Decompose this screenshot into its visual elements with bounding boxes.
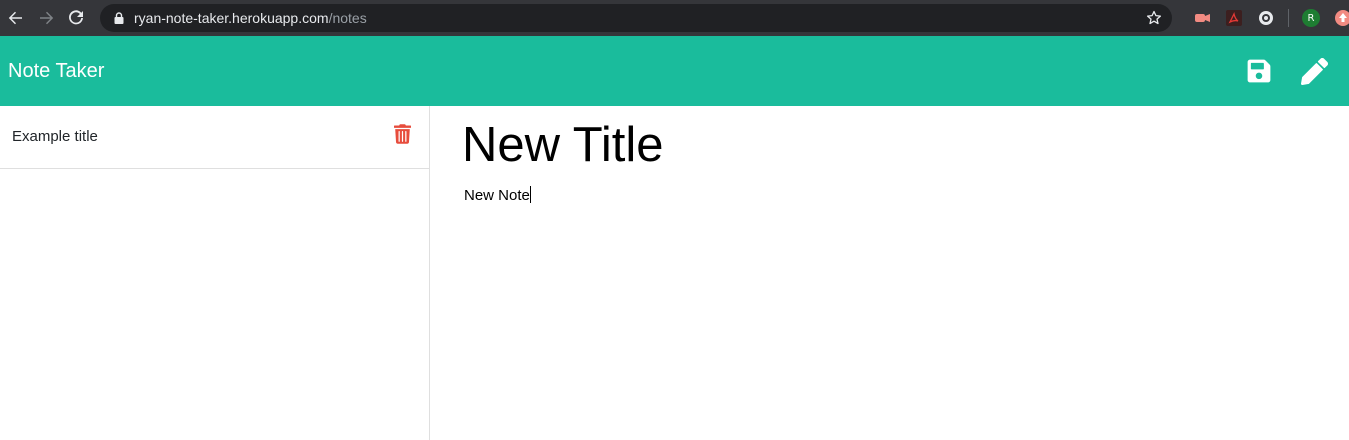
extension-button[interactable] [1333, 8, 1349, 28]
pencil-icon [1300, 57, 1328, 85]
url-text: ryan-note-taker.herokuapp.com/notes [134, 10, 367, 26]
trash-icon[interactable] [394, 124, 411, 144]
save-note-button[interactable] [1245, 57, 1273, 85]
note-textarea[interactable]: New Note [464, 186, 531, 204]
profile-button[interactable]: R [1301, 8, 1321, 28]
toolbar-separator [1288, 9, 1289, 27]
forward-button[interactable] [32, 4, 60, 32]
back-arrow-icon [8, 11, 22, 25]
extensions-area: R [1180, 0, 1349, 36]
extension-button[interactable] [1192, 8, 1212, 28]
extension-icon [1195, 14, 1210, 22]
forward-arrow-icon [40, 11, 54, 25]
reload-button[interactable] [62, 4, 90, 32]
pdf-extension-button[interactable] [1224, 8, 1244, 28]
extension-icon [1259, 11, 1273, 25]
note-text-content: New Note [464, 187, 530, 204]
note-list-title: Example title [12, 128, 98, 145]
pdf-extension-icon [1226, 10, 1242, 26]
list-item[interactable]: Example title [0, 106, 430, 169]
lock-icon [114, 12, 124, 24]
star-icon[interactable] [1146, 10, 1162, 26]
back-button[interactable] [2, 4, 30, 32]
brand-title[interactable]: Note Taker [8, 59, 104, 83]
text-caret [529, 186, 531, 203]
app-navbar: Note Taker [0, 36, 1349, 106]
browser-toolbar: ryan-note-taker.herokuapp.com/notes R [0, 0, 1349, 36]
profile-avatar: R [1302, 9, 1320, 27]
extension-button[interactable] [1256, 8, 1276, 28]
new-note-button[interactable] [1300, 57, 1328, 85]
url-host: ryan-note-taker.herokuapp.com [134, 10, 329, 26]
extension-icon [1335, 10, 1349, 26]
reload-icon [69, 10, 83, 25]
note-title-input[interactable]: New Title [462, 116, 1322, 174]
note-list: Example title [0, 106, 430, 440]
url-path: /notes [328, 10, 367, 26]
address-bar[interactable]: ryan-note-taker.herokuapp.com/notes [100, 4, 1172, 32]
note-editor: New Title New Note [431, 106, 1349, 440]
save-icon [1247, 59, 1271, 83]
